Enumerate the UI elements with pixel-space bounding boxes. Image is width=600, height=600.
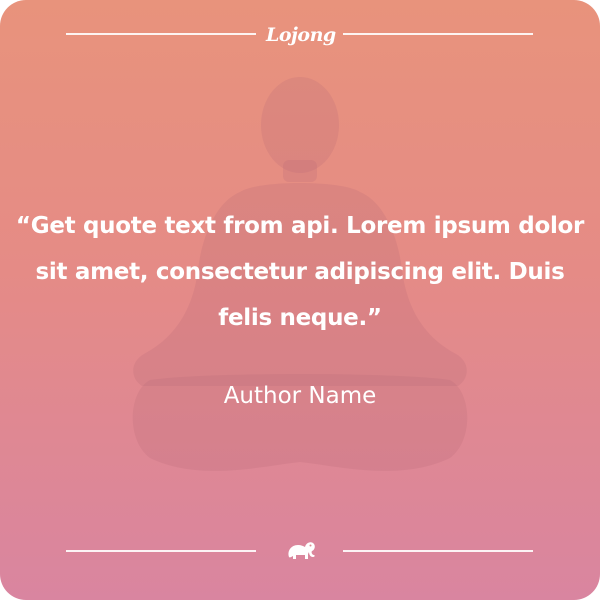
quote-author: Author Name — [223, 383, 377, 409]
top-right-divider — [343, 33, 533, 35]
quote-card: Lojong “Get quote text from api. Lorem i… — [0, 0, 600, 600]
bottom-right-divider — [343, 550, 533, 552]
brand-logo: Lojong — [266, 24, 336, 46]
quote-text: “Get quote text from api. Lorem ipsum do… — [15, 213, 585, 331]
top-left-divider — [66, 33, 256, 35]
bottom-left-divider — [66, 550, 256, 552]
elephant-icon — [288, 542, 315, 559]
